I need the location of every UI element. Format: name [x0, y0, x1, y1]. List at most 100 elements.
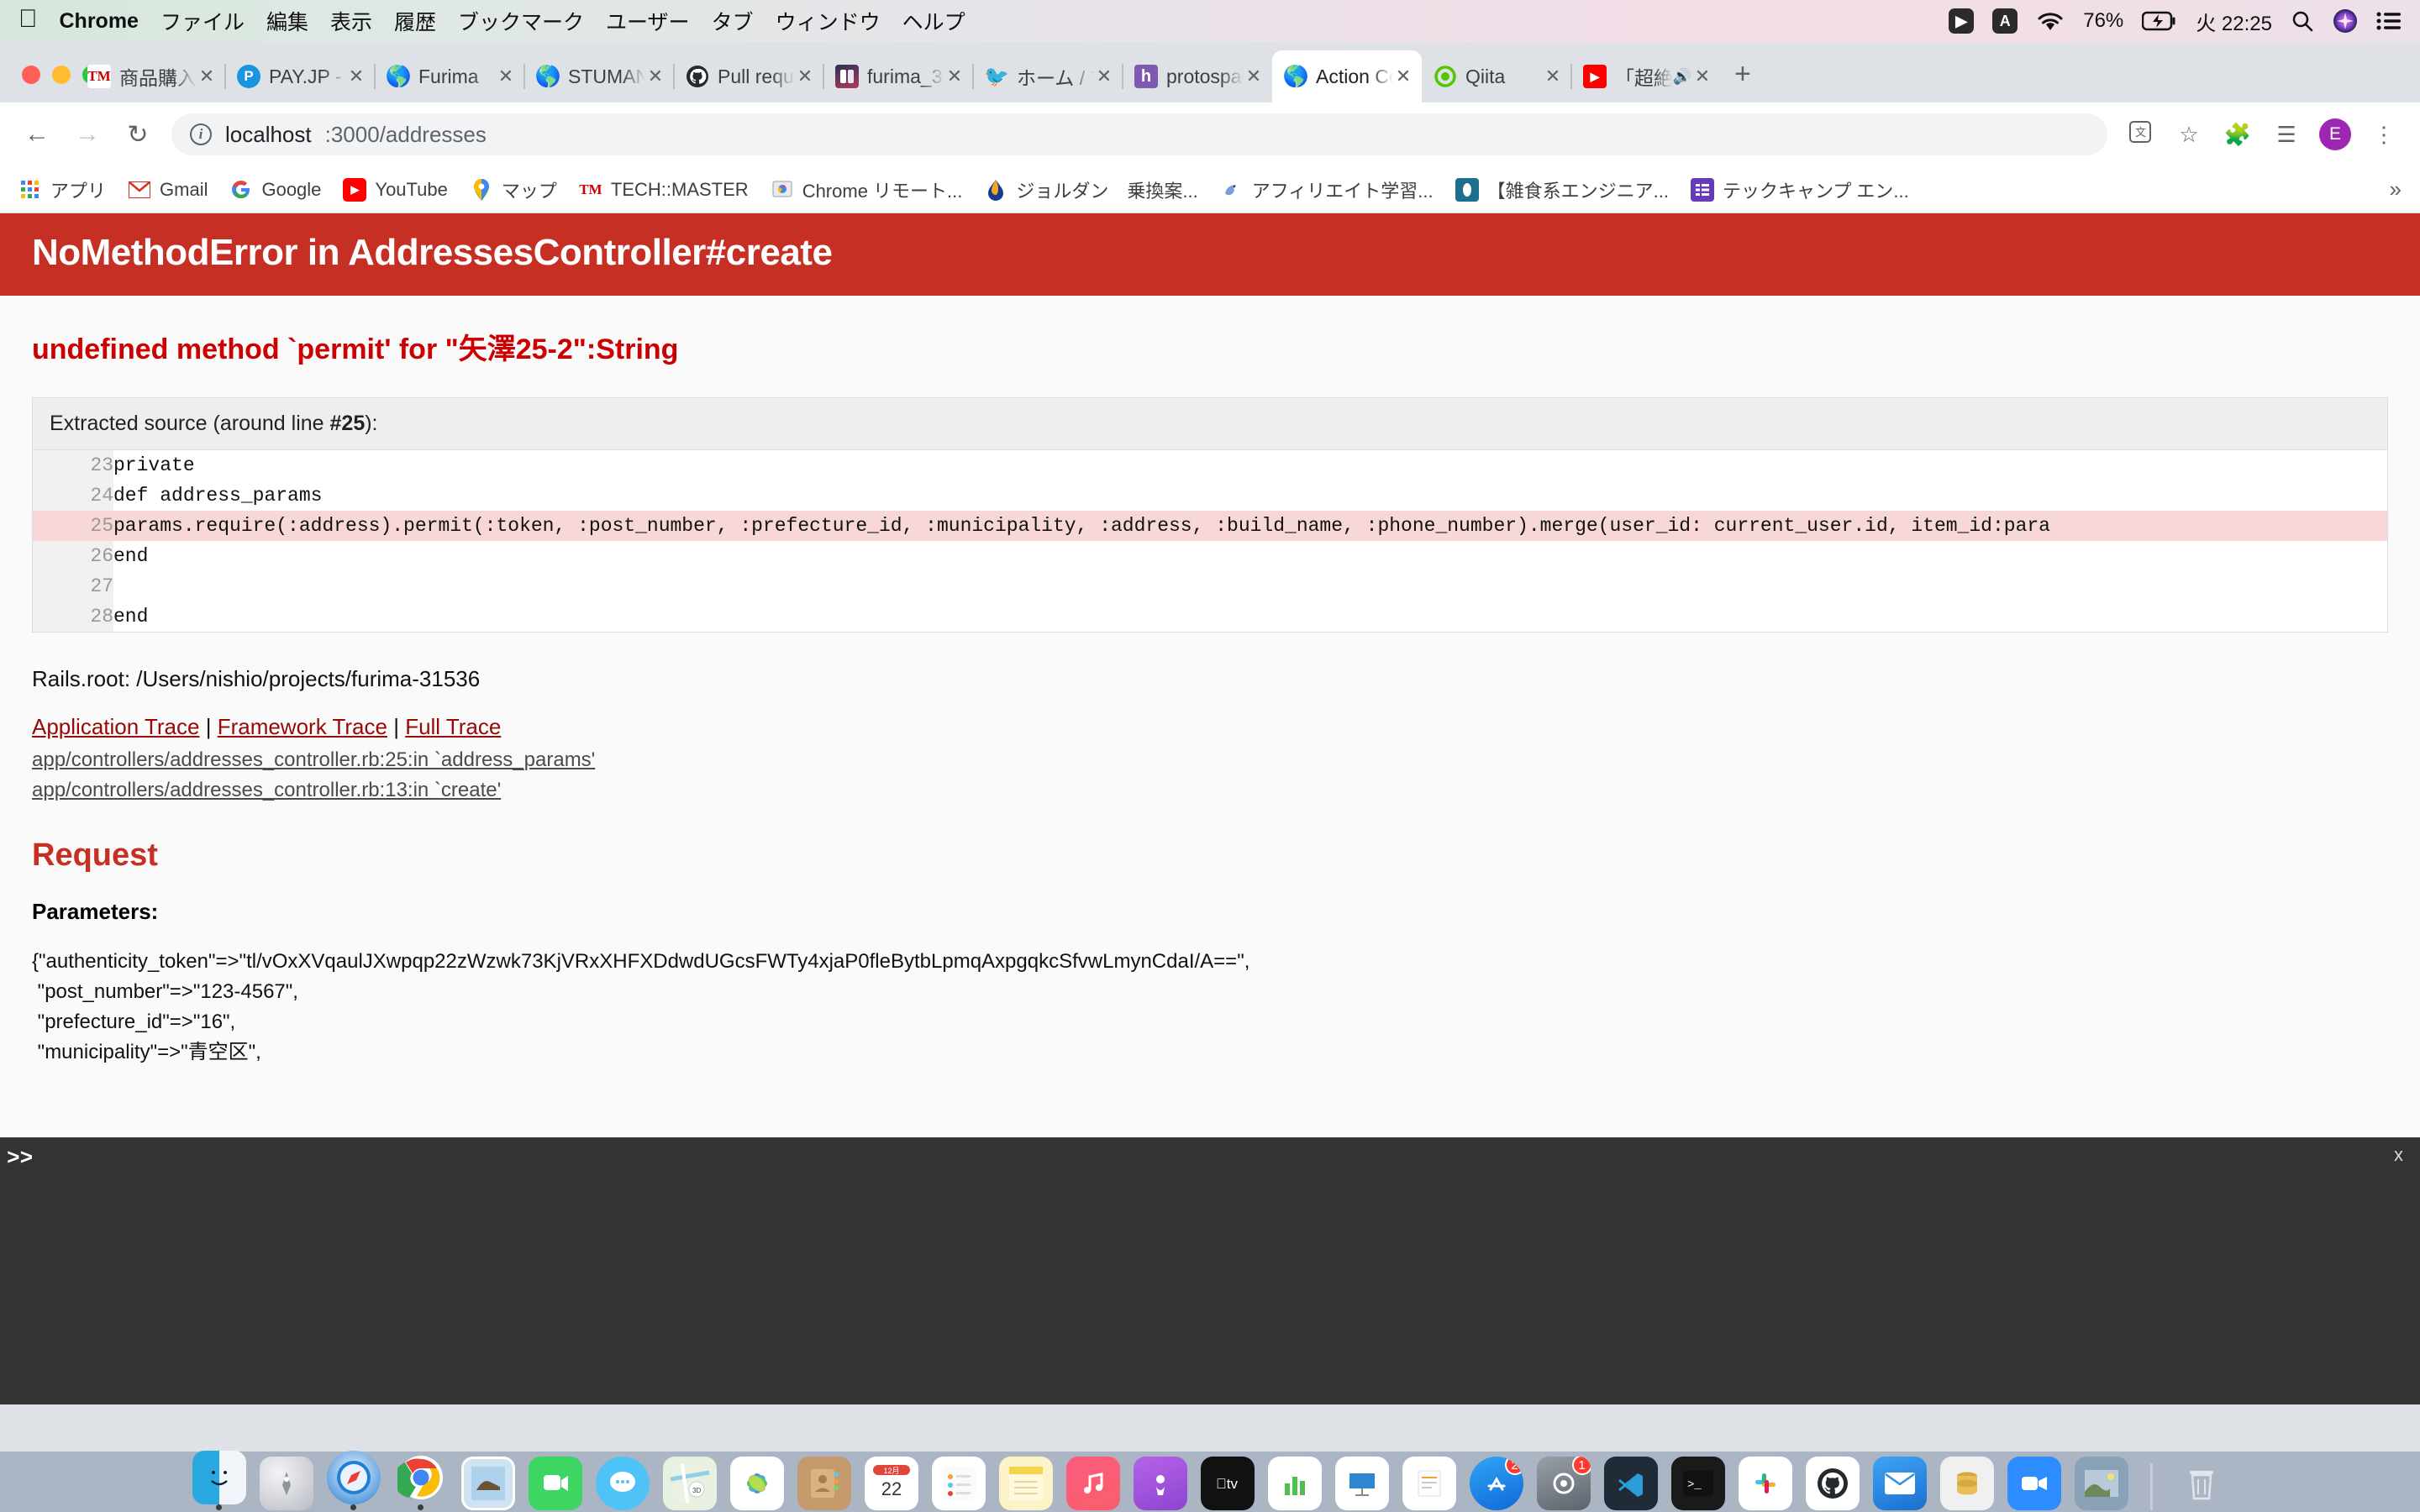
- dock-item-system-preferences[interactable]: 1: [1536, 1457, 1591, 1510]
- dock-item-sequel-pro[interactable]: [1939, 1457, 1994, 1510]
- tab-close-icon[interactable]: ✕: [645, 66, 666, 87]
- tab-close-icon[interactable]: ✕: [1393, 66, 1413, 87]
- full-trace-link[interactable]: Full Trace: [405, 714, 501, 739]
- dock-item-calendar[interactable]: 12月 22: [864, 1457, 918, 1510]
- dock-item-app-store[interactable]: 2: [1469, 1457, 1523, 1510]
- dock-item-numbers[interactable]: [1267, 1457, 1322, 1510]
- dock-item-messages[interactable]: [595, 1457, 650, 1510]
- menubar-item-history[interactable]: 履歴: [394, 6, 436, 36]
- bookmarks-overflow-button[interactable]: »: [2390, 176, 2402, 202]
- menubar-item-view[interactable]: 表示: [330, 6, 372, 36]
- dock-item-zoom[interactable]: [2007, 1457, 2061, 1510]
- dock-item-slack[interactable]: [1738, 1457, 1792, 1510]
- application-trace-link[interactable]: Application Trace: [32, 714, 199, 739]
- video-camera-icon[interactable]: ▶: [1949, 8, 1975, 34]
- dock-item-preview-image[interactable]: [2074, 1457, 2128, 1510]
- bookmark-google[interactable]: Google: [229, 178, 321, 202]
- dock-item-safari[interactable]: [326, 1451, 381, 1510]
- trace-line-item[interactable]: app/controllers/addresses_controller.rb:…: [32, 745, 2388, 775]
- wifi-icon[interactable]: [2036, 10, 2065, 32]
- tab-close-icon[interactable]: ✕: [1244, 66, 1264, 87]
- search-icon[interactable]: [2291, 9, 2314, 33]
- dock-item-mail-stamp[interactable]: [460, 1457, 515, 1510]
- tab-close-icon[interactable]: ✕: [496, 66, 516, 87]
- browser-tab-5[interactable]: furima_31 ✕: [823, 50, 973, 102]
- menubar-app-name[interactable]: Chrome: [60, 9, 139, 34]
- puzzle-icon[interactable]: 🧩: [2222, 122, 2254, 148]
- console-close-icon[interactable]: x: [2394, 1144, 2403, 1166]
- bookmark-jorudan[interactable]: ジョルダン 乗換案...: [984, 176, 1198, 203]
- menubar-item-file[interactable]: ファイル: [160, 6, 245, 36]
- translate-icon[interactable]: 文: [2124, 120, 2156, 150]
- dock-item-trash[interactable]: [2175, 1457, 2228, 1510]
- three-dot-menu-icon[interactable]: ⋮: [2368, 122, 2400, 148]
- dock-item-chrome[interactable]: [394, 1451, 448, 1510]
- dock-item-notes[interactable]: [998, 1457, 1053, 1510]
- menubar-clock[interactable]: 火 22:25: [2196, 7, 2272, 36]
- reload-icon[interactable]: ↻: [121, 120, 155, 150]
- tab-close-icon[interactable]: ✕: [1692, 66, 1712, 87]
- bookmark-techcamp[interactable]: テックキャンプ エン...: [1690, 176, 1909, 203]
- dock-item-github-desktop[interactable]: [1805, 1457, 1860, 1510]
- browser-tab-2[interactable]: 🌎 Furima ✕: [374, 50, 524, 102]
- dock-item-contacts[interactable]: [797, 1457, 851, 1510]
- dock-item-photos[interactable]: [729, 1457, 784, 1510]
- text-input-source-icon[interactable]: A: [1992, 8, 2018, 34]
- siri-icon[interactable]: [2333, 8, 2358, 34]
- forward-arrow-icon[interactable]: →: [71, 120, 104, 149]
- dock-item-reminders[interactable]: [931, 1457, 986, 1510]
- dock-item-pages[interactable]: [1402, 1457, 1456, 1510]
- new-tab-button[interactable]: +: [1721, 58, 1765, 102]
- menubar-item-profiles[interactable]: ユーザー: [606, 6, 690, 36]
- menubar-item-bookmarks[interactable]: ブックマーク: [458, 6, 584, 36]
- dock-item-finder[interactable]: [192, 1451, 246, 1510]
- dock-item-maps[interactable]: 3D: [662, 1457, 717, 1510]
- apple-logo-icon[interactable]: : [18, 7, 38, 32]
- dock-item-facetime[interactable]: [528, 1457, 582, 1510]
- dock-item-launchpad[interactable]: [259, 1457, 313, 1510]
- control-center-icon[interactable]: [2376, 11, 2402, 31]
- console-prompt[interactable]: >>: [0, 1137, 2420, 1171]
- browser-tab-0[interactable]: TM 商品購入機 ✕: [76, 50, 225, 102]
- avatar[interactable]: E: [2319, 118, 2351, 150]
- browser-tab-active-action-controller[interactable]: 🌎 Action Co ✕: [1272, 50, 1422, 102]
- tab-audio-playing-icon[interactable]: 🔊: [1672, 68, 1692, 86]
- info-icon[interactable]: i: [190, 123, 212, 145]
- bookmark-apps[interactable]: アプリ: [18, 176, 106, 203]
- menubar-item-edit[interactable]: 編集: [266, 6, 308, 36]
- bookmark-youtube[interactable]: ▶ YouTube: [343, 177, 448, 202]
- bookmark-chrome-remote[interactable]: Chrome リモート...: [771, 176, 962, 203]
- menubar-item-window[interactable]: ウィンドウ: [776, 6, 881, 36]
- browser-tab-10[interactable]: ▶ 「超絶 🔊 ✕: [1570, 50, 1721, 102]
- address-bar[interactable]: i localhost:3000/addresses: [171, 113, 2107, 155]
- bookmark-affiliate[interactable]: アフィリエイト学習...: [1220, 176, 1434, 203]
- rails-web-console[interactable]: >> x: [0, 1137, 2420, 1404]
- bookmark-techmaster[interactable]: TM TECH::MASTER: [578, 177, 749, 202]
- tab-close-icon[interactable]: ✕: [1543, 66, 1563, 87]
- browser-tab-7[interactable]: h protospac ✕: [1122, 50, 1272, 102]
- browser-tab-6[interactable]: 🐦 ホーム / T ✕: [972, 50, 1123, 102]
- star-icon[interactable]: ☆: [2173, 122, 2205, 148]
- browser-tab-9[interactable]: Qiita ✕: [1422, 50, 1571, 102]
- browser-tab-4[interactable]: Pull reque ✕: [673, 50, 823, 102]
- close-window-button[interactable]: [22, 66, 40, 84]
- tab-close-icon[interactable]: ✕: [346, 66, 366, 87]
- minimize-window-button[interactable]: [52, 66, 71, 84]
- browser-tab-3[interactable]: 🌎 STUMAN ✕: [523, 50, 674, 102]
- dock-item-mail[interactable]: [1872, 1457, 1927, 1510]
- bookmark-maps[interactable]: マップ: [470, 176, 557, 203]
- dock-item-terminal[interactable]: >_: [1670, 1457, 1725, 1510]
- trace-line-item[interactable]: app/controllers/addresses_controller.rb:…: [32, 775, 2388, 806]
- back-arrow-icon[interactable]: ←: [20, 120, 54, 149]
- battery-charging-icon[interactable]: [2142, 11, 2177, 31]
- tab-close-icon[interactable]: ✕: [795, 66, 815, 87]
- dock-item-podcasts[interactable]: [1133, 1457, 1187, 1510]
- reading-list-icon[interactable]: ☰: [2270, 122, 2302, 148]
- tab-close-icon[interactable]: ✕: [197, 66, 217, 87]
- dock-item-music[interactable]: [1065, 1457, 1120, 1510]
- browser-tab-1[interactable]: P PAY.JP - ✕: [224, 50, 375, 102]
- dock-item-keynote[interactable]: [1334, 1457, 1389, 1510]
- tab-close-icon[interactable]: ✕: [944, 66, 965, 87]
- bookmark-zasshoku-engineer[interactable]: 【雑食系エンジニア...: [1455, 176, 1669, 203]
- framework-trace-link[interactable]: Framework Trace: [218, 714, 387, 739]
